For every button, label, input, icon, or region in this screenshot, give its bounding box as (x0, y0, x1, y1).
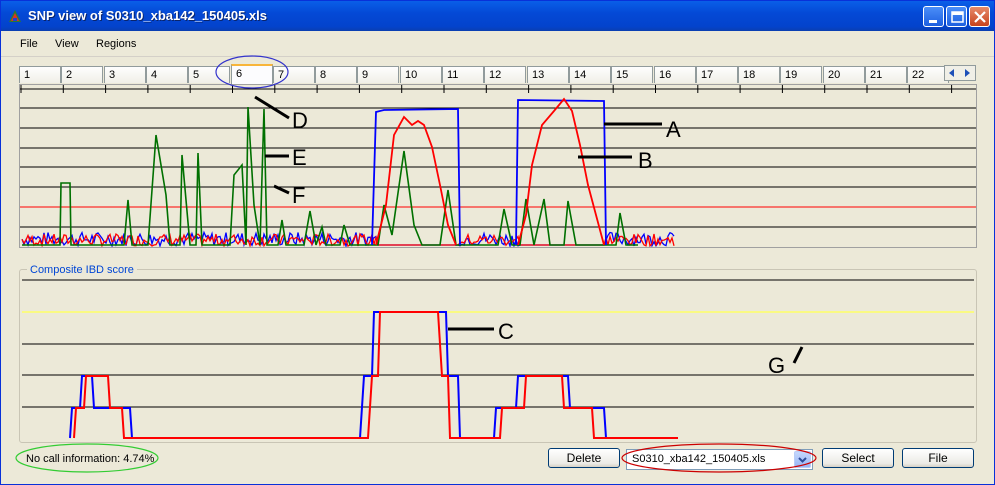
tab-chromosome-11[interactable]: 11 (442, 66, 484, 83)
app-icon (9, 10, 21, 22)
close-icon (974, 11, 986, 23)
select-button[interactable]: Select (822, 448, 894, 468)
tab-chromosome-12[interactable]: 12 (484, 66, 526, 83)
chevron-down-icon (798, 457, 807, 463)
dropdown-button[interactable] (794, 451, 811, 468)
menu-regions[interactable]: Regions (96, 38, 136, 50)
tab-chromosome-4[interactable]: 4 (146, 66, 188, 83)
tab-chromosome-5[interactable]: 5 (188, 66, 230, 83)
tab-chromosome-10[interactable]: 10 (400, 66, 442, 83)
tab-chromosome-16[interactable]: 16 (654, 66, 696, 83)
delete-button[interactable]: Delete (548, 448, 620, 468)
tab-chromosome-2[interactable]: 2 (61, 66, 103, 83)
red-peak-1 (375, 115, 457, 246)
menu-bar: File View Regions (1, 31, 994, 57)
tab-scroll-buttons[interactable] (944, 65, 976, 81)
tab-chromosome-8[interactable]: 8 (315, 66, 357, 83)
composite-ibd-group (19, 269, 977, 443)
tab-scroll-arrows-icon (949, 69, 970, 77)
composite-ibd-label: Composite IBD score (27, 264, 137, 276)
tab-chromosome-7[interactable]: 7 (273, 66, 315, 83)
snp-plot-panel (19, 84, 977, 249)
tab-chromosome-15[interactable]: 15 (611, 66, 653, 83)
composite-ibd-plot[interactable] (20, 270, 976, 442)
file-select[interactable]: S0310_xba142_150405.xls (626, 449, 813, 470)
title-bar[interactable]: SNP view of S0310_xba142_150405.xls (1, 1, 994, 31)
tab-chromosome-9[interactable]: 9 (357, 66, 399, 83)
tab-chromosome-6[interactable]: 6 (231, 64, 273, 84)
tab-chromosome-13[interactable]: 13 (527, 66, 569, 83)
tab-chromosome-22[interactable]: 22 (907, 66, 949, 83)
tab-chromosome-14[interactable]: 14 (569, 66, 611, 83)
menu-file[interactable]: File (20, 38, 38, 50)
menu-view[interactable]: View (55, 38, 79, 50)
close-button[interactable] (969, 6, 990, 27)
no-call-status: No call information: 4.74% (26, 453, 155, 465)
blue-block-1 (371, 108, 461, 246)
tab-chromosome-21[interactable]: 21 (865, 66, 907, 83)
window-title: SNP view of S0310_xba142_150405.xls (28, 8, 267, 23)
snp-view-window: SNP view of S0310_xba142_150405.xls File… (0, 0, 995, 485)
minimize-button[interactable] (923, 6, 944, 27)
snp-plot[interactable] (20, 85, 976, 249)
tab-chromosome-17[interactable]: 17 (696, 66, 738, 83)
maximize-button[interactable] (946, 6, 967, 27)
tab-chromosome-18[interactable]: 18 (738, 66, 780, 83)
tab-chromosome-20[interactable]: 20 (823, 66, 865, 83)
maximize-icon (951, 11, 964, 23)
tab-chromosome-1[interactable]: 1 (19, 66, 61, 83)
tab-chromosome-3[interactable]: 3 (104, 66, 146, 83)
minimize-icon (929, 20, 937, 23)
file-button[interactable]: File (902, 448, 974, 468)
tab-chromosome-19[interactable]: 19 (780, 66, 822, 83)
file-select-value: S0310_xba142_150405.xls (632, 453, 766, 465)
